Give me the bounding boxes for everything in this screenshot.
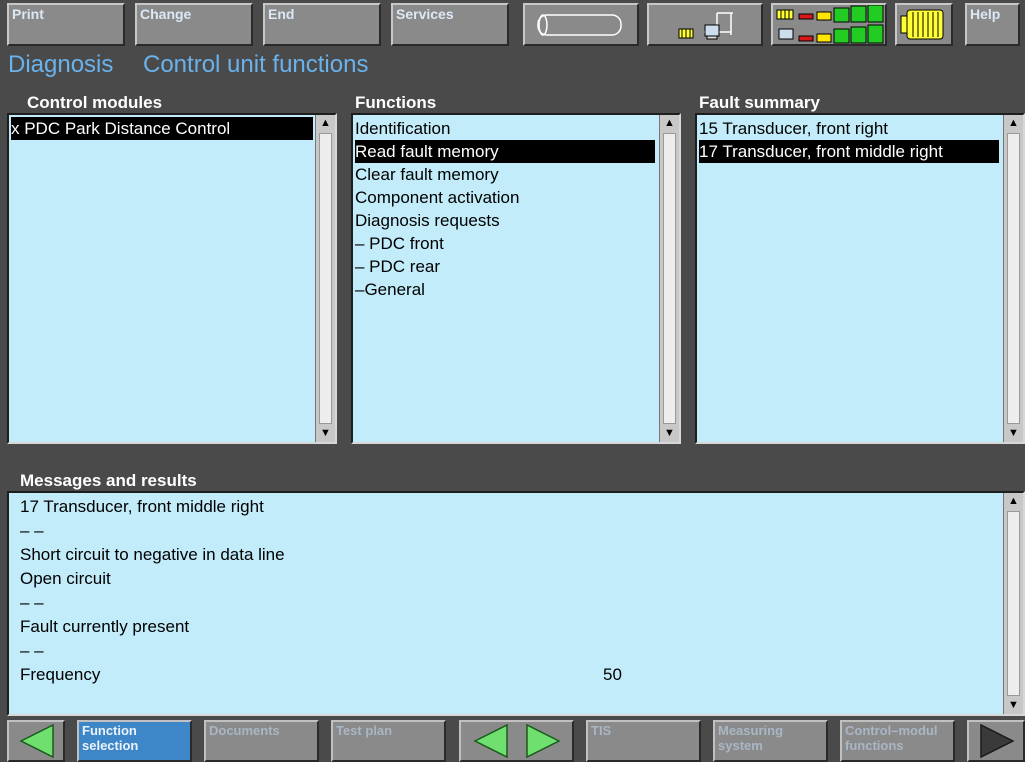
nav-right-icon <box>980 723 1015 759</box>
list-item-pdc-rear[interactable]: – PDC rear <box>355 255 655 278</box>
documents-label: Documents <box>209 723 280 738</box>
list-item-component-activation[interactable]: Component activation <box>355 186 655 209</box>
fault-summary-title: Fault summary <box>699 93 820 112</box>
list-item-pdc[interactable]: x PDC Park Distance Control <box>11 117 313 140</box>
list-item-identification[interactable]: Identification <box>355 117 655 140</box>
connector-icon <box>900 9 944 40</box>
status-bars-icon <box>776 5 884 44</box>
list-item-fault-15[interactable]: 15 Transducer, front right <box>699 117 999 140</box>
services-label: Services <box>396 6 454 22</box>
functions-scrollbar[interactable]: ▲ ▼ <box>659 115 679 442</box>
messages-panel[interactable]: 17 Transducer, front middle right – – Sh… <box>7 491 1025 716</box>
frequency-row: Frequency 50 <box>20 663 999 687</box>
nav-arrows-button[interactable] <box>459 720 574 762</box>
control-modules-scrollbar[interactable]: ▲ ▼ <box>315 115 335 442</box>
functions-list[interactable]: Identification Read fault memory Clear f… <box>351 113 681 444</box>
message-line: 17 Transducer, front middle right <box>20 497 264 516</box>
list-item-general[interactable]: –General <box>355 278 655 301</box>
list-item-clear-fault-memory[interactable]: Clear fault memory <box>355 163 655 186</box>
control-modules-list[interactable]: x PDC Park Distance Control ▲ ▼ <box>7 113 337 444</box>
control-module-functions-button[interactable]: Control–modul functions <box>840 720 955 762</box>
network-button[interactable] <box>647 3 763 46</box>
message-line: Open circuit <box>20 569 111 588</box>
cylinder-button[interactable] <box>523 3 639 46</box>
scroll-up-icon[interactable]: ▲ <box>1004 115 1023 132</box>
message-line: – – <box>20 521 44 540</box>
list-item-pdc-front[interactable]: – PDC front <box>355 232 655 255</box>
scroll-up-icon[interactable]: ▲ <box>660 115 679 132</box>
functions-title: Functions <box>355 93 437 112</box>
scroll-down-icon[interactable]: ▼ <box>660 425 679 442</box>
nav-left-icon <box>19 723 54 759</box>
list-item-diagnosis-requests[interactable]: Diagnosis requests <box>355 209 655 232</box>
status-button[interactable] <box>771 3 887 46</box>
message-line: Short circuit to negative in data line <box>20 545 285 564</box>
test-plan-label: Test plan <box>336 723 393 738</box>
fault-summary-list[interactable]: 15 Transducer, front right 17 Transducer… <box>695 113 1025 444</box>
scroll-up-icon[interactable]: ▲ <box>316 115 335 132</box>
change-button[interactable]: Change <box>135 3 253 46</box>
messages-title: Messages and results <box>20 471 197 490</box>
frequency-value: 50 <box>603 665 622 684</box>
measuring-system-label: Measuring system <box>718 723 784 753</box>
scroll-down-icon[interactable]: ▼ <box>1004 697 1023 714</box>
network-icon <box>678 12 733 40</box>
nav-right-icon[interactable] <box>526 723 561 759</box>
function-selection-button[interactable]: Function selection <box>77 720 192 762</box>
back-button[interactable] <box>7 720 65 762</box>
scroll-down-icon[interactable]: ▼ <box>1004 425 1023 442</box>
tis-label: TIS <box>591 723 612 738</box>
message-line: – – <box>20 593 44 612</box>
change-label: Change <box>140 6 192 22</box>
test-plan-button[interactable]: Test plan <box>331 720 446 762</box>
print-button[interactable]: Print <box>7 3 125 46</box>
tis-button[interactable]: TIS <box>586 720 701 762</box>
frequency-label: Frequency <box>20 665 101 684</box>
message-line: Fault currently present <box>20 617 190 636</box>
control-module-functions-label: Control–modul functions <box>845 723 938 753</box>
breadcrumb-control-unit-functions: Control unit functions <box>143 51 369 78</box>
scroll-down-icon[interactable]: ▼ <box>316 425 335 442</box>
help-button[interactable]: Help <box>965 3 1020 46</box>
function-selection-label: Function selection <box>82 723 139 753</box>
control-modules-title: Control modules <box>27 93 163 112</box>
messages-scrollbar[interactable]: ▲ ▼ <box>1003 493 1023 714</box>
help-label: Help <box>970 6 1001 22</box>
message-line: – – <box>20 641 44 660</box>
forward-button[interactable] <box>967 720 1025 762</box>
measuring-system-button[interactable]: Measuring system <box>713 720 828 762</box>
breadcrumb-diagnosis: Diagnosis <box>8 51 114 78</box>
print-label: Print <box>12 6 44 22</box>
connector-button[interactable] <box>895 3 953 46</box>
nav-left-icon[interactable] <box>473 723 508 759</box>
services-button[interactable]: Services <box>391 3 509 46</box>
fault-summary-scrollbar[interactable]: ▲ ▼ <box>1003 115 1023 442</box>
documents-button[interactable]: Documents <box>204 720 319 762</box>
cylinder-icon <box>537 14 622 36</box>
scroll-up-icon[interactable]: ▲ <box>1004 493 1023 510</box>
list-item-read-fault-memory[interactable]: Read fault memory <box>355 140 655 163</box>
end-button[interactable]: End <box>263 3 381 46</box>
end-label: End <box>268 6 295 22</box>
list-item-fault-17[interactable]: 17 Transducer, front middle right <box>699 140 999 163</box>
